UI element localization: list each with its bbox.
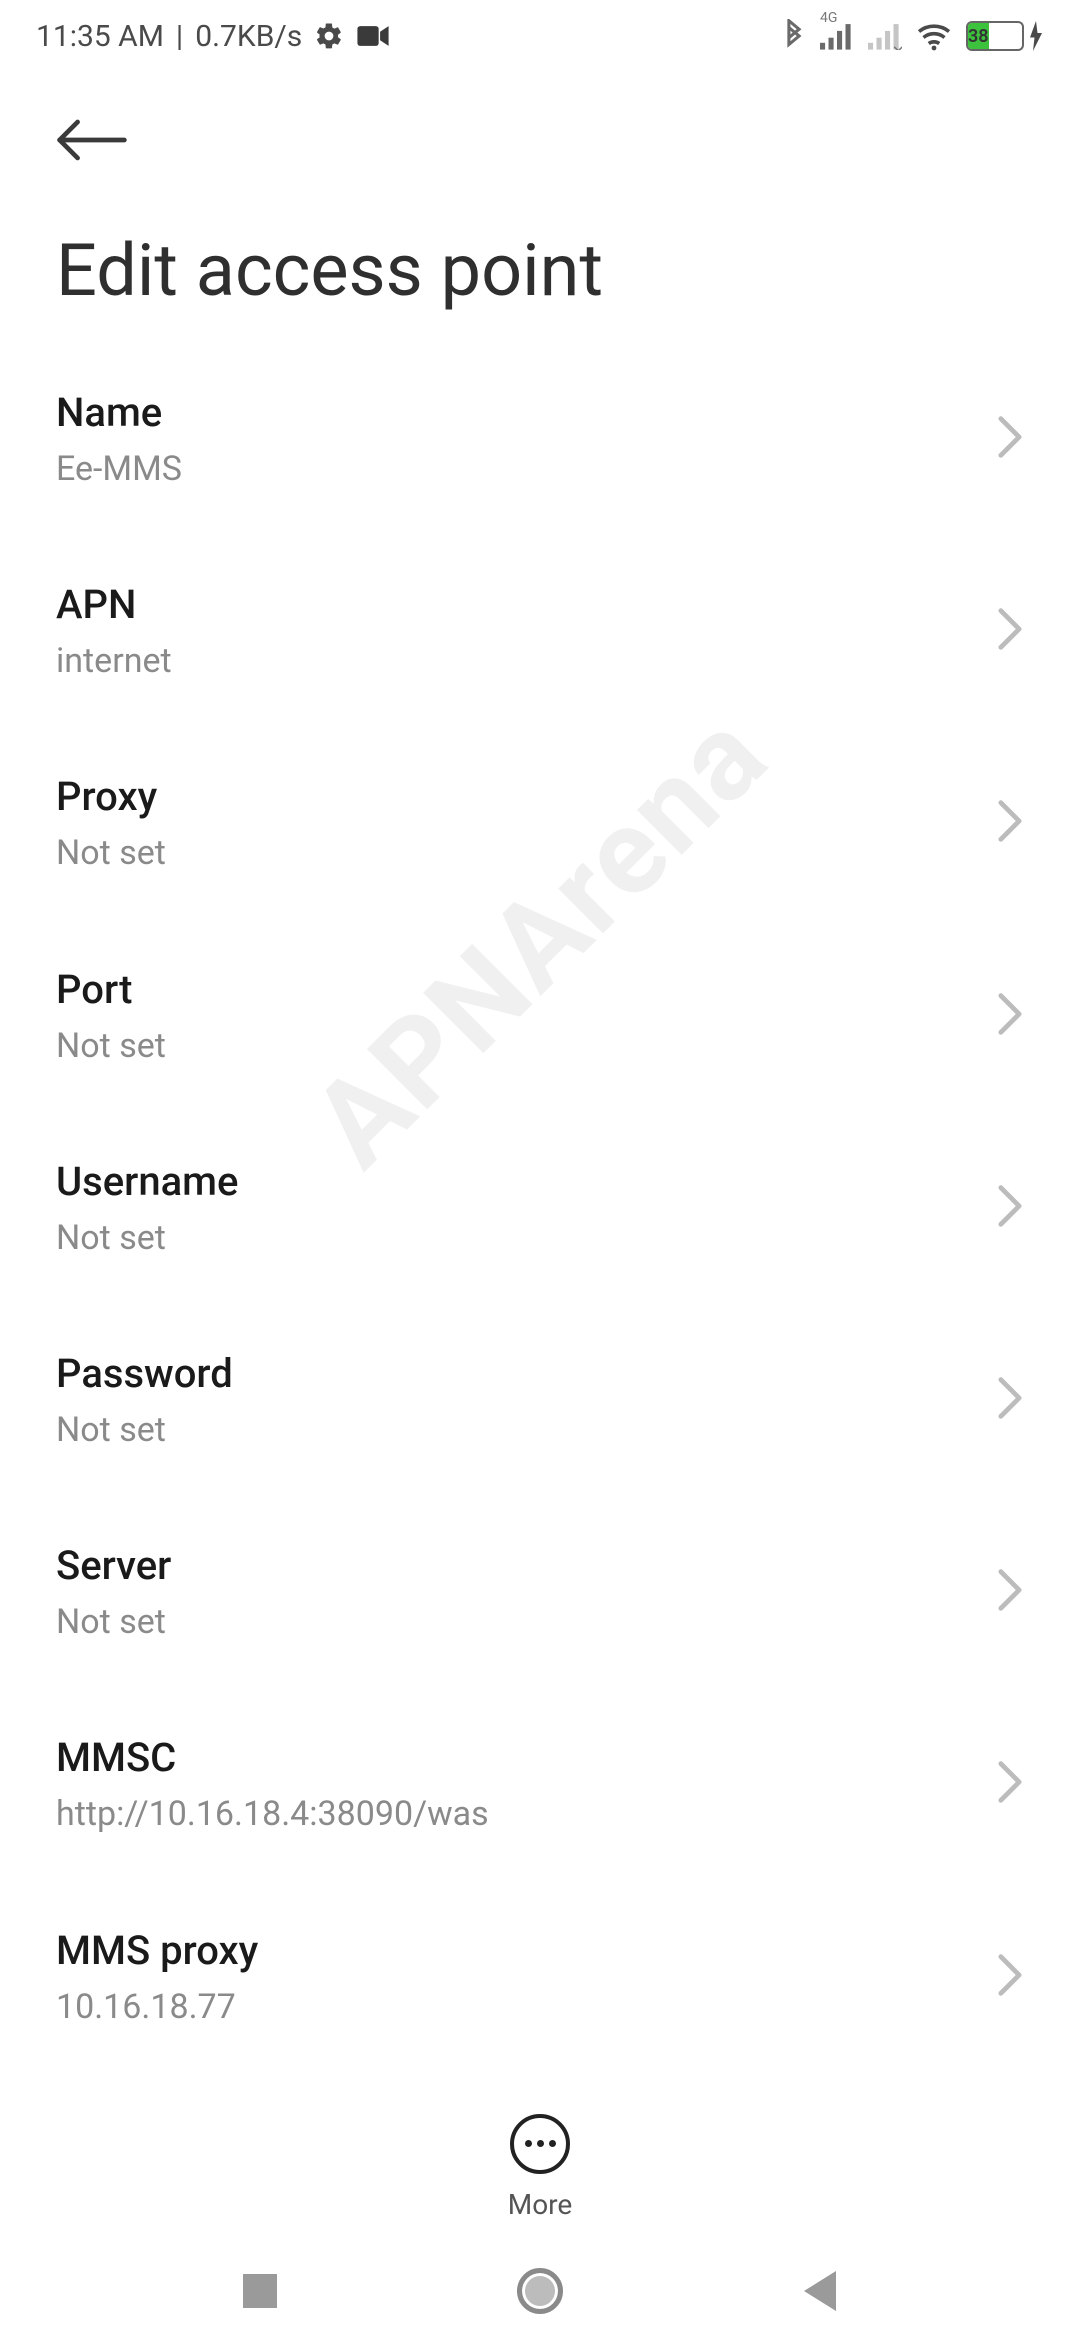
setting-text: Username Not set [56, 1156, 984, 1260]
setting-row-username[interactable]: Username Not set [56, 1112, 1024, 1304]
chevron-right-icon [996, 799, 1024, 847]
chevron-right-icon [996, 607, 1024, 655]
chevron-right-icon [996, 1953, 1024, 2001]
more-button[interactable]: More [508, 2114, 573, 2221]
setting-value: internet [56, 639, 984, 683]
setting-label: Username [56, 1156, 984, 1208]
setting-text: Server Not set [56, 1540, 984, 1644]
more-label: More [508, 2188, 573, 2221]
status-bar: 11:35 AM | 0.7KB/s 4G ✕ 38 [0, 0, 1080, 64]
setting-row-name[interactable]: Name Ee-MMS [56, 343, 1024, 535]
setting-value: http://10.16.18.4:38090/was [56, 1792, 984, 1836]
chevron-right-icon [996, 1184, 1024, 1232]
setting-value: 10.16.18.77 [56, 1985, 984, 2029]
system-nav-bar [0, 2242, 1080, 2340]
settings-gear-icon [314, 21, 344, 51]
signal-4g-icon: 4G [820, 22, 854, 50]
battery-percent-text: 38 [968, 26, 989, 47]
square-icon [243, 2274, 277, 2308]
signal-4g-label: 4G [820, 10, 837, 26]
chevron-right-icon [996, 992, 1024, 1040]
setting-label: MMS proxy [56, 1925, 984, 1977]
camera-icon [356, 23, 390, 49]
setting-row-port[interactable]: Port Not set [56, 920, 1024, 1112]
signal-nosim-icon: ✕ [868, 22, 902, 50]
nav-recent-button[interactable] [230, 2261, 290, 2321]
svg-text:✕: ✕ [892, 42, 902, 50]
back-button[interactable] [56, 100, 136, 180]
triangle-left-icon [804, 2271, 836, 2311]
setting-label: APN [56, 579, 984, 631]
header: Edit access point [0, 64, 1080, 313]
setting-text: APN internet [56, 579, 984, 683]
status-sep: | [176, 19, 183, 54]
setting-text: MMS proxy 10.16.18.77 [56, 1925, 984, 2029]
nav-back-button[interactable] [790, 2261, 850, 2321]
setting-label: Password [56, 1348, 984, 1400]
chevron-right-icon [996, 1568, 1024, 1616]
setting-row-server[interactable]: Server Not set [56, 1496, 1024, 1688]
nav-home-button[interactable] [510, 2261, 570, 2321]
setting-text: Proxy Not set [56, 771, 984, 875]
bluetooth-icon [782, 19, 806, 53]
status-net-speed: 0.7KB/s [195, 19, 302, 54]
setting-value: Not set [56, 1600, 984, 1644]
setting-row-proxy[interactable]: Proxy Not set [56, 727, 1024, 919]
setting-value: Ee-MMS [56, 447, 984, 491]
circle-icon [517, 2268, 563, 2314]
setting-row-password[interactable]: Password Not set [56, 1304, 1024, 1496]
page-title: Edit access point [56, 228, 1024, 313]
setting-text: Password Not set [56, 1348, 984, 1452]
status-time: 11:35 AM [36, 19, 164, 54]
setting-value: Not set [56, 1024, 984, 1068]
setting-value: Not set [56, 1408, 984, 1452]
settings-list: Name Ee-MMS APN internet Proxy Not set P… [0, 343, 1080, 2083]
setting-label: Proxy [56, 771, 984, 823]
setting-text: MMSC http://10.16.18.4:38090/was [56, 1732, 984, 1836]
chevron-right-icon [996, 415, 1024, 463]
charging-bolt-icon [1028, 21, 1044, 51]
arrow-left-icon [56, 116, 128, 164]
status-bar-left: 11:35 AM | 0.7KB/s [36, 19, 390, 54]
setting-text: Name Ee-MMS [56, 387, 984, 491]
setting-text: Port Not set [56, 964, 984, 1068]
battery-level-fill: 38 [968, 23, 989, 49]
status-bar-right: 4G ✕ 38 [782, 19, 1044, 53]
chevron-right-icon [996, 1376, 1024, 1424]
wifi-icon [916, 21, 952, 51]
more-icon [510, 2114, 570, 2174]
setting-row-mms-proxy[interactable]: MMS proxy 10.16.18.77 [56, 1881, 1024, 2073]
setting-label: MMSC [56, 1732, 984, 1784]
setting-row-mmsc[interactable]: MMSC http://10.16.18.4:38090/was [56, 1688, 1024, 1880]
chevron-right-icon [996, 1760, 1024, 1808]
setting-label: Name [56, 387, 984, 439]
bottom-action-bar: More [0, 2092, 1080, 2242]
battery-indicator: 38 [966, 21, 1044, 51]
setting-row-apn[interactable]: APN internet [56, 535, 1024, 727]
setting-label: Server [56, 1540, 984, 1592]
setting-value: Not set [56, 1216, 984, 1260]
setting-label: Port [56, 964, 984, 1016]
setting-value: Not set [56, 831, 984, 875]
